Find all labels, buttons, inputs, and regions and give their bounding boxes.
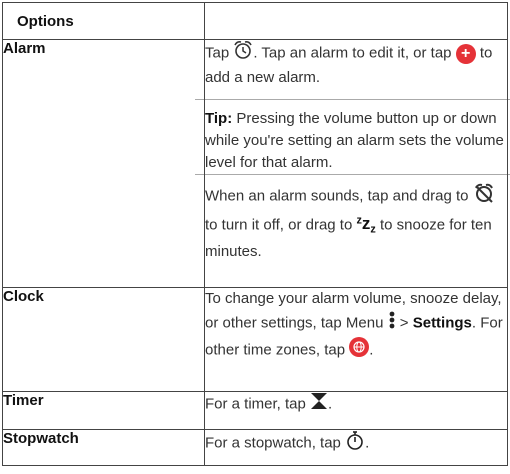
tip-label: Tip: bbox=[205, 110, 233, 127]
add-plus-icon: + bbox=[455, 43, 476, 64]
row-label-alarm: Alarm bbox=[2, 39, 205, 288]
stopwatch-icon bbox=[345, 430, 365, 457]
table-row-clock: Clock To change your alarm volume, snooz… bbox=[2, 287, 508, 392]
alarm-clock-icon bbox=[233, 40, 253, 67]
row-body-alarm: Tap . Tap an alarm to edit it, or tap + … bbox=[195, 39, 510, 288]
header-options: Options bbox=[2, 2, 205, 40]
hourglass-icon bbox=[310, 392, 328, 417]
alarm-tip-paragraph: Tip: Pressing the volume button up or do… bbox=[205, 100, 507, 174]
table-header-row: Options bbox=[2, 2, 508, 40]
row-body-timer: For a timer, tap . bbox=[204, 391, 508, 430]
table-row-alarm: Alarm Tap . Tap an alarm to edit it, or … bbox=[2, 39, 510, 288]
stopwatch-text-b: . bbox=[365, 434, 370, 452]
clock-text-d: . bbox=[369, 341, 374, 359]
globe-icon bbox=[349, 337, 370, 364]
stopwatch-text-a: For a stopwatch, tap bbox=[205, 434, 346, 452]
clock-text-b: > bbox=[395, 314, 413, 332]
row-label-stopwatch: Stopwatch bbox=[2, 429, 205, 466]
table-row-timer: Timer For a timer, tap . bbox=[2, 391, 508, 430]
alarm-off-icon bbox=[473, 183, 495, 210]
alarm-text-3a: When an alarm sounds, tap and drag to bbox=[205, 187, 473, 205]
timer-text-b: . bbox=[328, 395, 333, 413]
row-label-clock: Clock bbox=[2, 287, 205, 392]
settings-label: Settings bbox=[412, 314, 472, 332]
alarm-paragraph-1: Tap . Tap an alarm to edit it, or tap + … bbox=[205, 40, 507, 99]
row-label-timer: Timer bbox=[2, 391, 205, 430]
row-body-clock: To change your alarm volume, snooze dela… bbox=[204, 287, 508, 392]
header-blank bbox=[204, 2, 508, 40]
row-body-stopwatch: For a stopwatch, tap . bbox=[204, 429, 508, 466]
tip-text: Pressing the volume button up or down wh… bbox=[205, 110, 504, 171]
menu-dots-icon bbox=[388, 310, 396, 337]
table-row-stopwatch: Stopwatch For a stopwatch, tap . bbox=[2, 429, 508, 466]
snooze-zzz-icon: zzz bbox=[356, 214, 376, 236]
timer-text-a: For a timer, tap bbox=[205, 395, 311, 413]
alarm-paragraph-3: When an alarm sounds, tap and drag to to… bbox=[205, 175, 507, 263]
alarm-text-1a: Tap bbox=[205, 44, 234, 62]
options-table: Options Alarm Tap . Tap an alarm to edit… bbox=[2, 2, 510, 466]
alarm-text-3b: to turn it off, or drag to bbox=[205, 216, 357, 234]
alarm-text-1b: . Tap an alarm to edit it, or tap bbox=[253, 44, 456, 62]
